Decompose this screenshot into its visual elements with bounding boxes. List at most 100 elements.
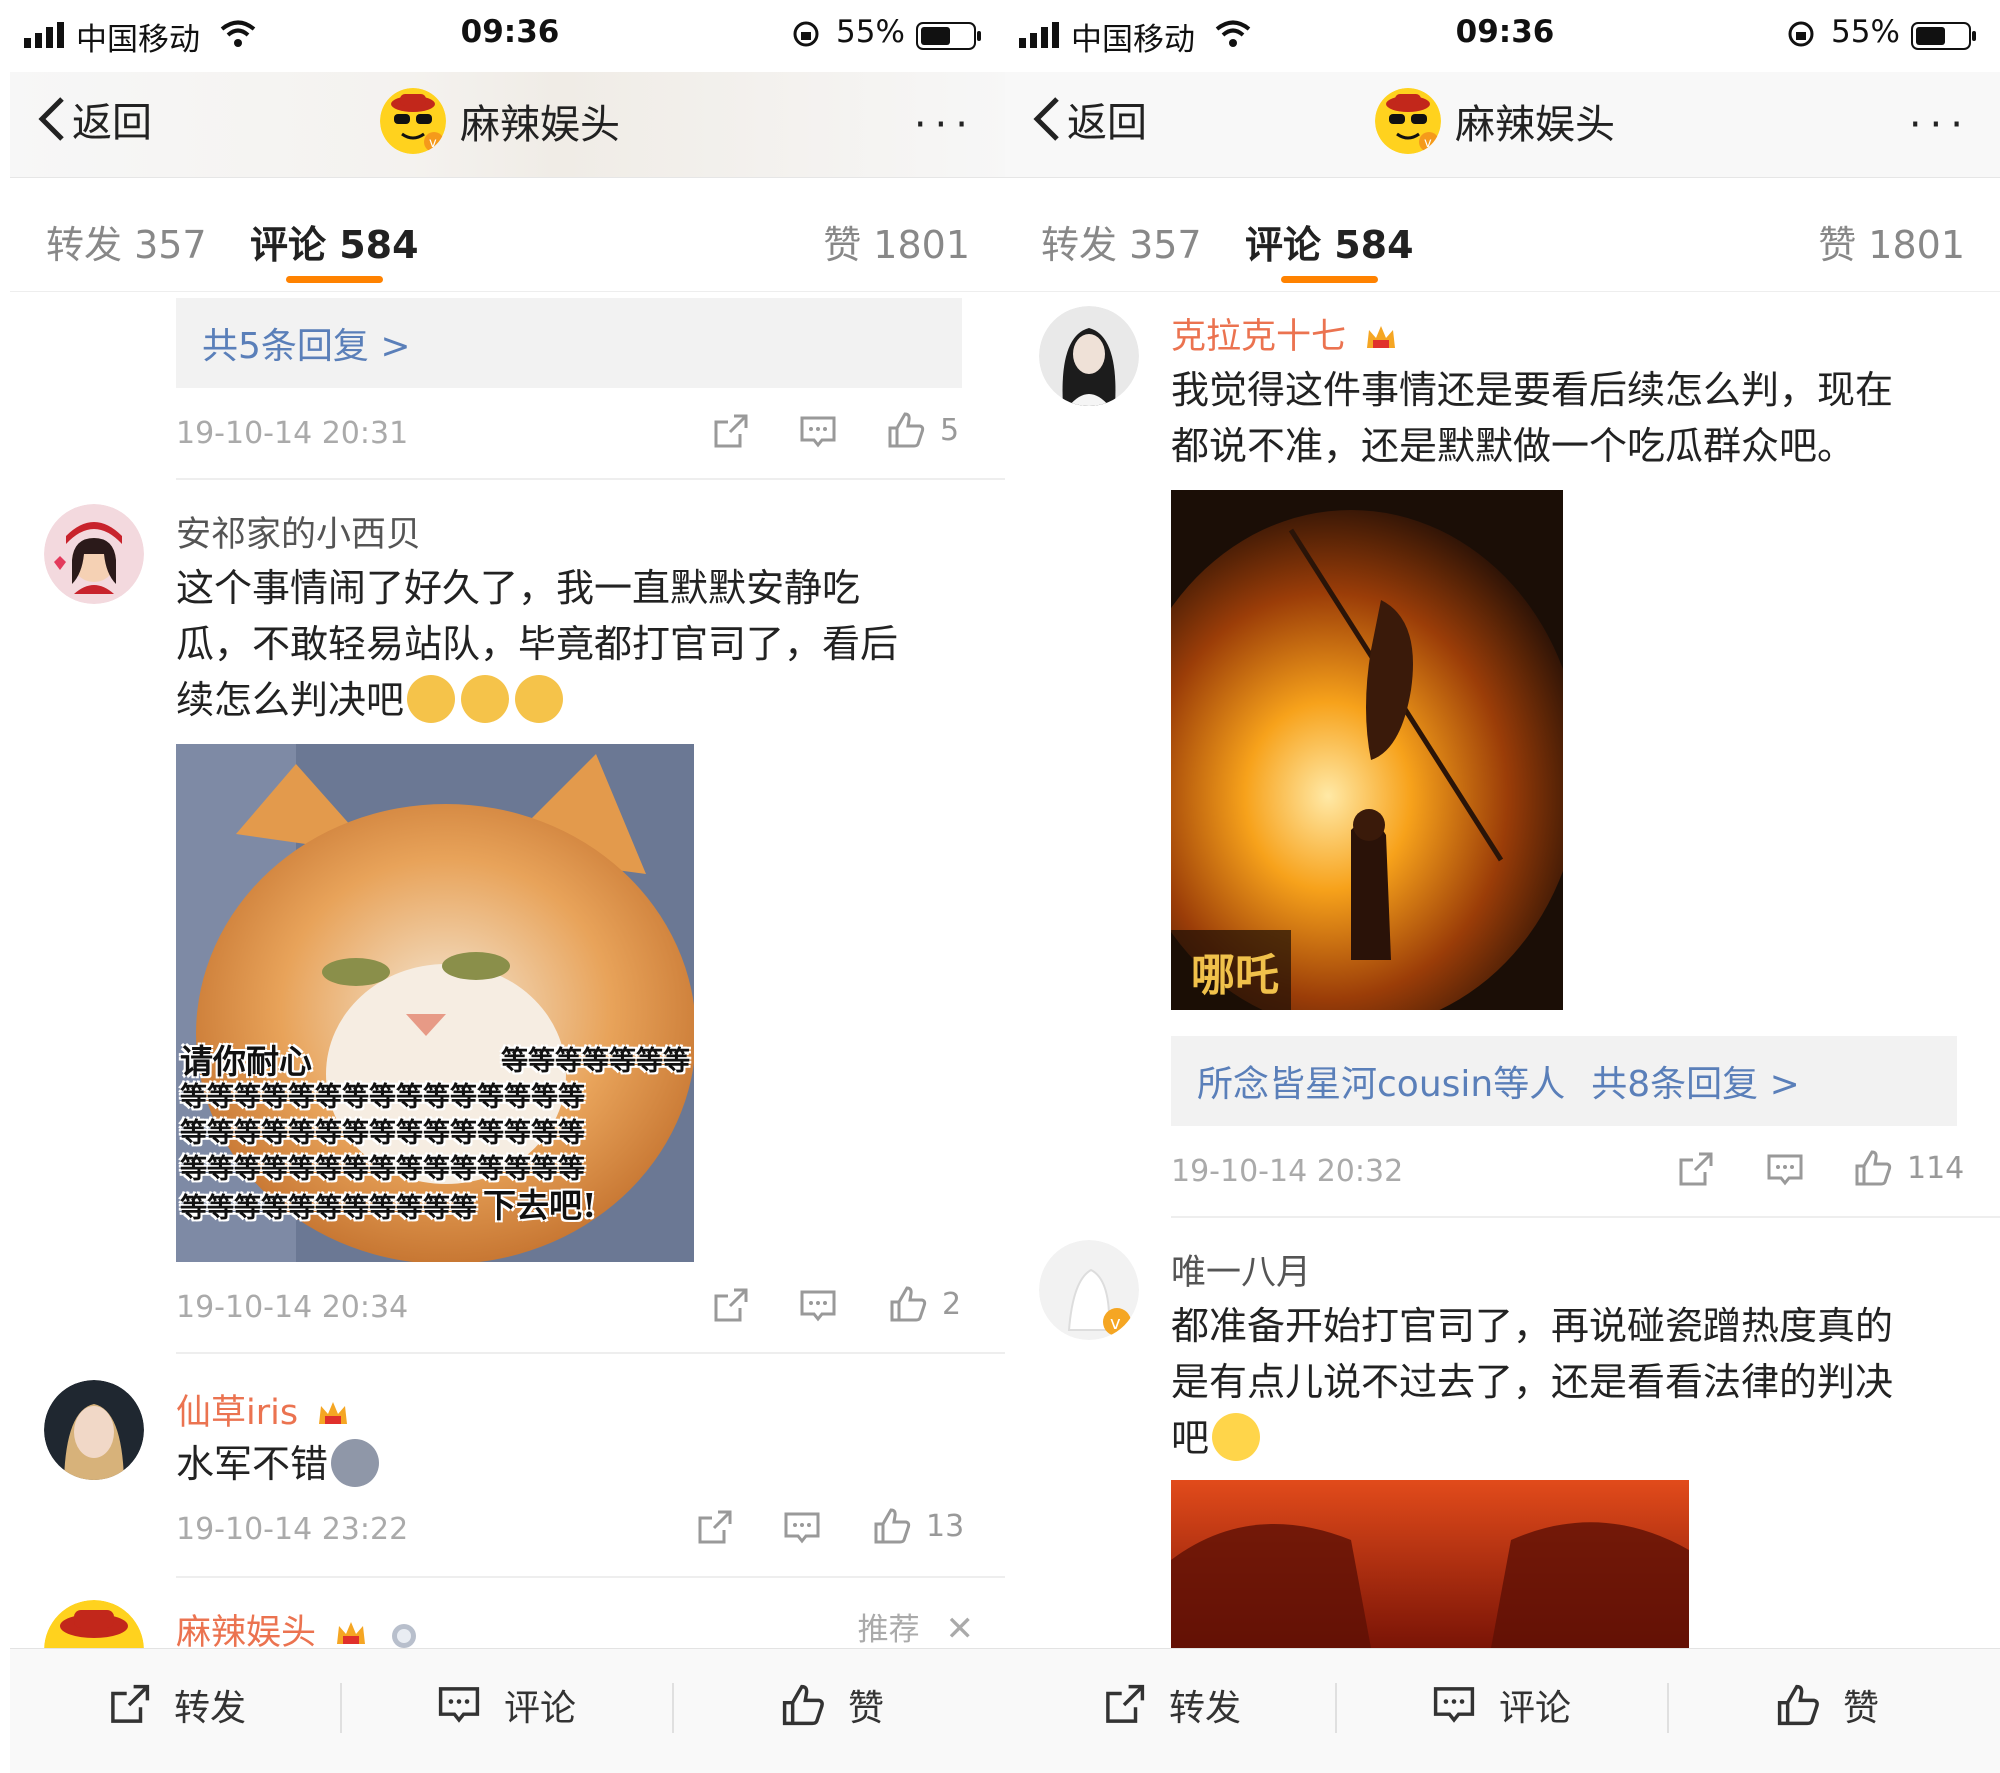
svg-text:v: v [1110,1313,1121,1334]
battery-icon [1911,22,1976,50]
tab-repost[interactable]: 转发 357 [46,214,207,269]
more-button[interactable]: ··· [1909,102,1971,148]
comment-line: 水军不错 [176,1442,329,1486]
commenter-name[interactable]: 克拉克十七 [1171,308,1399,359]
bottom-comment-button[interactable]: 评论 [1431,1679,1571,1731]
bottom-like-button[interactable]: 赞 [1775,1679,1879,1731]
commenter-name[interactable]: 安祁家的小西贝 [176,506,421,557]
back-button[interactable]: 返回 [1031,90,1147,148]
bottom-comment-button[interactable]: 评论 [436,1679,576,1731]
repost-action[interactable] [710,412,750,452]
bottom-repost-button[interactable]: 转发 [106,1679,246,1731]
comment-icon [1433,1687,1475,1723]
commenter-avatar[interactable]: v [1039,1240,1139,1340]
comment-image[interactable] [1171,1480,1689,1648]
reply-count: 共8条回复 > [1591,1064,1800,1105]
bottom-comment-label: 评论 [504,1688,577,1729]
nav-bar: 返回 v 麻辣娱头 ··· [1005,72,2000,178]
commenter-avatar[interactable] [44,1380,144,1480]
comment-text: 水军不错 [176,1436,976,1492]
tab-like[interactable]: 赞 1801 [823,214,970,269]
tab-comment-label: 评论 584 [1245,223,1414,267]
caption-text: 等等等等等等等等等等等 [180,1193,477,1224]
comment-text: 都准备开始打官司了，再说碰瓷蹭热度真的 是有点儿说不过去了，还是看看法律的判决 … [1171,1298,1971,1466]
comment-icon [800,416,836,448]
back-label: 返回 [72,100,152,146]
comment-image[interactable]: 请你耐心 等等等等等等等 等等等等等等等等等等等等等等等 等等等等等等等等等等等… [176,744,694,1262]
caption-row: 等等等等等等等等等等等等等等等 [180,1154,585,1185]
comment-line: 吧 [1171,1416,1210,1460]
comment-line-with-emoji: 吧 [1171,1410,1971,1466]
nav-title-group[interactable]: v 麻辣娱头 [1375,88,1615,154]
comment-date: 19-10-14 20:32 [1171,1154,1404,1189]
like-action[interactable]: 13 [872,1506,964,1546]
commenter-avatar[interactable] [44,504,144,604]
commenter-avatar[interactable] [1039,306,1139,406]
bottom-like-button[interactable]: 赞 [780,1679,884,1731]
chevron-left-icon [38,97,64,141]
commenter-name[interactable]: 唯一八月 [1171,1244,1311,1295]
tab-comment-label: 评论 584 [250,223,419,267]
repost-action[interactable] [694,1508,734,1548]
comment-date: 19-10-14 20:34 [176,1290,409,1325]
caption-right: 等等等等等等等 [501,1046,690,1077]
bottom-like-label: 赞 [1843,1688,1880,1729]
more-button[interactable]: ··· [914,102,976,148]
comment-image[interactable]: 哪吒 [1171,490,1563,1010]
rotation-lock-icon [793,21,819,47]
like-action[interactable]: 2 [888,1284,961,1324]
tab-repost[interactable]: 转发 357 [1041,214,1202,269]
svg-text:v: v [1424,136,1432,151]
caption-row: 请你耐心 等等等等等等等 [176,1044,694,1080]
bottom-like-label: 赞 [848,1688,885,1729]
page-title: 麻辣娱头 [1455,102,1615,148]
account-avatar: v [380,88,446,154]
comment-text: 这个事情闹了好久了，我一直默默安静吃 瓜，不敢轻易站队，毕竟都打官司了，看后 续… [176,560,976,728]
repost-action[interactable] [1675,1150,1715,1190]
commenter-name[interactable]: 仙草iris [176,1384,351,1435]
comment-action[interactable] [782,1508,822,1548]
divider [176,478,1010,480]
divider [176,1352,1010,1354]
like-action[interactable]: 5 [886,410,959,450]
thumbs-up-icon [782,1684,824,1726]
meme-caption: 请你耐心 等等等等等等等 等等等等等等等等等等等等等等等 等等等等等等等等等等等… [176,1044,694,1262]
repost-action[interactable] [710,1286,750,1326]
divider [340,1683,342,1733]
reply-thread-link[interactable]: 所念皆星河cousin等人 共8条回复 > [1171,1036,1957,1126]
comment-action[interactable] [798,1286,838,1326]
medal-icon [392,1624,417,1648]
tab-like[interactable]: 赞 1801 [1818,214,1965,269]
reply-users: 所念皆星河cousin等人 [1197,1064,1566,1105]
comment-line: 是有点儿说不过去了，还是看看法律的判决 [1171,1360,1894,1404]
tab-bar: 转发 357 评论 584 赞 1801 [1005,178,2000,292]
bottom-repost-button[interactable]: 转发 [1101,1679,1241,1731]
like-action[interactable]: 114 [1853,1148,1964,1188]
screen-left: 中国移动 09:36 55% 返回 v 麻辣娱头 ··· 转发 357 评论 5… [10,0,1010,1773]
recommend-tag: 推荐 ✕ [858,1604,974,1649]
reply-thread-link[interactable]: 共5条回复 > [176,298,962,388]
close-icon[interactable]: ✕ [946,1609,975,1649]
movie-poster: 哪吒 [1171,490,1563,1010]
divider [1171,1216,2000,1218]
like-count: 13 [926,1508,965,1544]
comment-line: 都说不准，还是默默做一个吃瓜群众吧。 [1171,424,1856,468]
vip-crown-icon [337,1622,366,1644]
divider [1335,1683,1337,1733]
comment-date: 19-10-14 23:22 [176,1512,409,1547]
vip-crown-icon [319,1402,348,1424]
caption-end: 下去吧! [483,1186,597,1225]
repost-icon [698,1510,732,1544]
doge-emoji-icon [407,675,456,723]
back-button[interactable]: 返回 [36,90,152,148]
doge-emoji-icon [515,675,564,723]
tab-comment[interactable]: 评论 584 [1245,214,1414,283]
nav-title-group[interactable]: v 麻辣娱头 [380,88,620,154]
bottom-action-bar: 转发 评论 赞 [1005,1648,2000,1773]
comment-action[interactable] [798,412,838,452]
comment-line: 这个事情闹了好久了，我一直默默安静吃 [176,566,861,610]
tab-comment[interactable]: 评论 584 [250,214,419,283]
nav-bar: 返回 v 麻辣娱头 ··· [10,72,1010,178]
comment-action[interactable] [1765,1150,1805,1190]
bottom-action-bar: 转发 评论 赞 [10,1648,1010,1773]
